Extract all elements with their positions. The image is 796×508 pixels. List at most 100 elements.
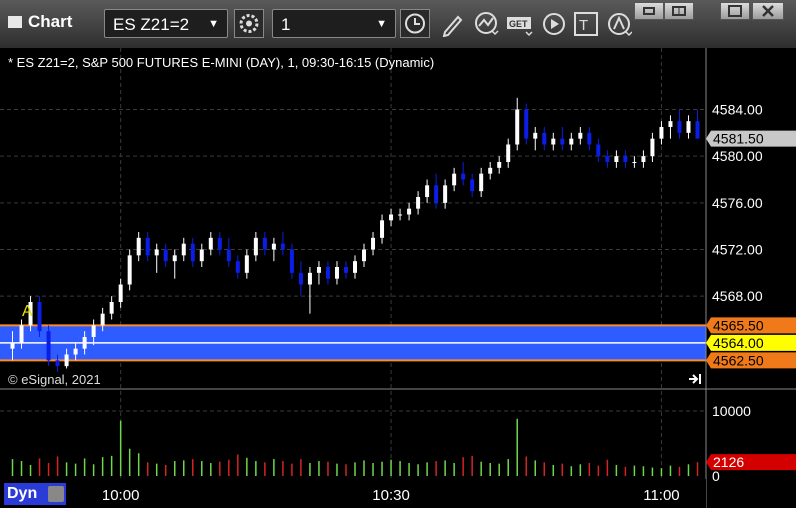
candle	[262, 237, 267, 250]
dyn-button[interactable]: Dyn	[4, 483, 66, 505]
candle	[307, 272, 312, 285]
price-chart[interactable]: * ES Z21=2, S&P 500 FUTURES E-MINI (DAY)…	[0, 48, 796, 508]
candle	[695, 121, 700, 139]
candle	[91, 325, 96, 337]
time-axis: 10:00 10:30 11:00	[0, 479, 706, 508]
candle	[163, 249, 168, 262]
candle	[632, 162, 637, 163]
get-icon[interactable]: GET	[506, 11, 536, 37]
candle	[371, 237, 376, 250]
candle	[407, 208, 412, 215]
candle	[217, 237, 222, 250]
svg-text:GET: GET	[509, 19, 528, 29]
candle	[208, 237, 213, 250]
symbol-input[interactable]: ES Z21=2 ▼	[104, 9, 228, 38]
candle	[289, 249, 294, 273]
candle	[425, 185, 430, 197]
window-title: Chart	[8, 12, 72, 32]
candle	[488, 167, 493, 174]
price-tick-label: 4572.00	[712, 242, 763, 258]
price-tick-label: 4584.00	[712, 102, 763, 118]
candle	[650, 138, 655, 157]
maximize-icon	[728, 5, 742, 17]
candle	[37, 302, 42, 332]
candle	[172, 255, 177, 262]
candle	[136, 237, 141, 256]
candle	[668, 121, 673, 127]
indicator-icon[interactable]	[474, 11, 500, 37]
candle	[244, 255, 249, 273]
band-upper-tag: 4565.50	[713, 317, 764, 333]
alert-icon[interactable]	[606, 11, 632, 37]
chevron-down-icon[interactable]: ▼	[208, 10, 219, 39]
candle	[551, 138, 556, 145]
candle	[470, 179, 475, 192]
candle	[82, 337, 87, 349]
chevron-down-icon[interactable]: ▼	[376, 10, 387, 39]
candle	[533, 132, 538, 139]
candle	[226, 249, 231, 262]
settings-gear-button[interactable]	[234, 9, 264, 38]
candle	[190, 243, 195, 262]
candle	[686, 121, 691, 133]
candle	[127, 255, 132, 285]
interval-input[interactable]: 1 ▼	[272, 9, 396, 38]
tile-button[interactable]	[664, 2, 694, 20]
volume-tick-label: 0	[712, 468, 720, 484]
candle	[316, 267, 321, 273]
price-band	[0, 324, 706, 362]
lock-icon[interactable]	[48, 486, 64, 502]
candle	[298, 272, 303, 285]
settings-gear-icon	[239, 14, 259, 33]
candle	[271, 243, 276, 250]
candle	[343, 267, 348, 273]
pencil-icon[interactable]	[440, 11, 466, 37]
text-icon[interactable]: T	[573, 11, 599, 37]
maximize-button[interactable]	[720, 2, 750, 20]
play-icon[interactable]	[541, 11, 567, 37]
price-tick-label: 4576.00	[712, 195, 763, 211]
close-button[interactable]	[752, 2, 784, 20]
chart-window-icon	[8, 16, 22, 28]
clock-icon	[405, 13, 425, 34]
last-price-tag: 4581.50	[713, 131, 764, 147]
candle	[416, 197, 421, 209]
candle	[434, 185, 439, 203]
time-tick-label: 11:00	[643, 487, 679, 504]
restore-button[interactable]	[634, 2, 664, 20]
candle	[560, 138, 565, 145]
candle	[524, 109, 529, 139]
candle	[380, 220, 385, 238]
candle	[398, 214, 403, 216]
tile-icon	[672, 6, 686, 16]
candle	[452, 173, 457, 186]
candle	[145, 237, 150, 256]
candle	[235, 261, 240, 273]
candle	[100, 313, 105, 326]
candle	[479, 173, 484, 192]
candle	[659, 127, 664, 139]
candle	[253, 237, 258, 256]
candle	[73, 348, 78, 355]
candle	[154, 249, 159, 256]
candle	[605, 156, 610, 162]
candle	[353, 261, 357, 273]
price-tick-label: 4580.00	[712, 148, 763, 164]
candle	[596, 144, 601, 157]
label-a: A	[22, 303, 33, 320]
candle	[443, 185, 448, 203]
candle	[677, 121, 682, 133]
candle	[623, 156, 628, 162]
candle	[181, 243, 186, 256]
svg-text:T: T	[579, 17, 588, 34]
candle	[46, 331, 51, 361]
time-tick-label: 10:30	[372, 487, 410, 504]
volume-tag: 2126	[713, 454, 744, 470]
candle	[64, 354, 69, 367]
candle	[280, 243, 285, 250]
candle	[109, 302, 114, 314]
volume-tick-label: 10000	[712, 403, 751, 419]
clock-button[interactable]	[400, 9, 430, 38]
candle	[118, 284, 123, 302]
candle	[569, 138, 574, 145]
